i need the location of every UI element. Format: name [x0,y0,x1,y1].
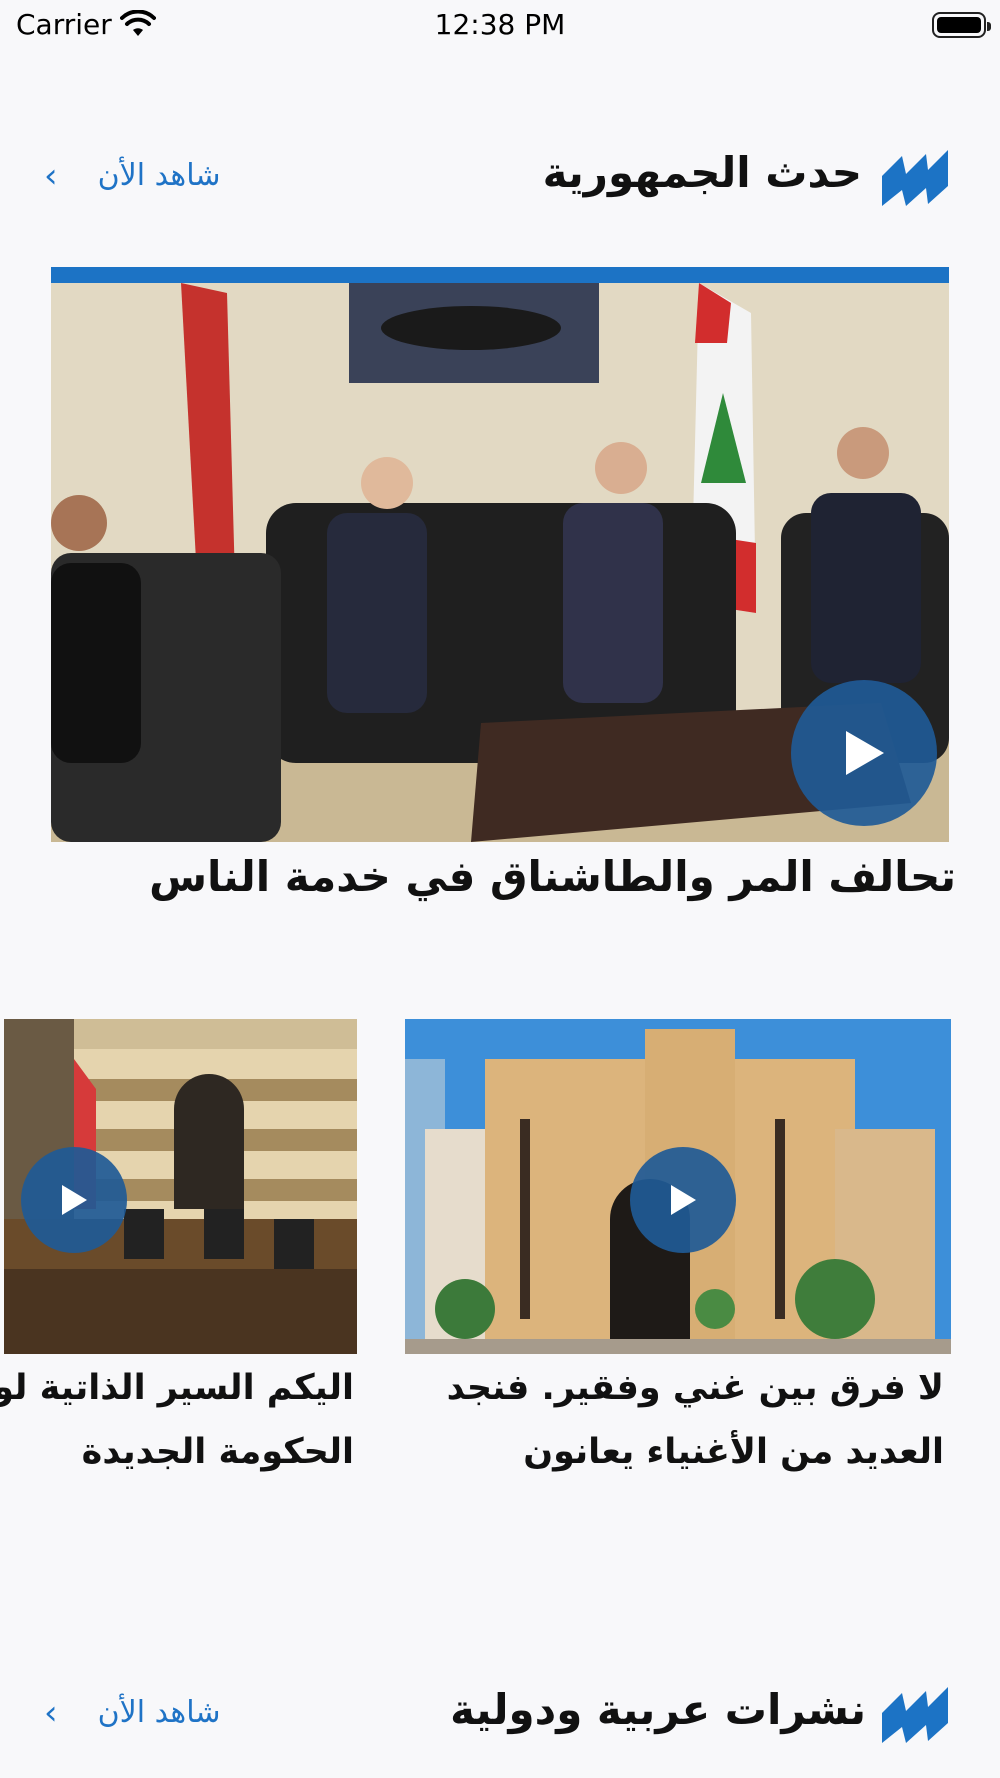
play-icon [62,1185,87,1215]
play-button[interactable] [630,1147,736,1253]
play-icon [846,731,884,775]
watch-now-link[interactable]: ‹ شاهد الأن [44,158,220,193]
section-title: نشرات عربية ودولية [450,1685,866,1734]
card-title-line2: العديد من الأغنياء يعانون [523,1432,944,1472]
featured-accent-bar [51,267,949,283]
play-button[interactable] [791,680,937,826]
battery-icon [932,12,991,38]
play-button[interactable] [21,1147,127,1253]
clock: 12:38 PM [434,8,566,41]
card-title-line1: اليكم السير الذاتية لوزراء [0,1368,354,1408]
chevron-left-icon: ‹ [44,1692,58,1733]
section-header-bulletins: نشرات عربية ودولية ‹ شاهد الأن [0,1677,1000,1757]
video-card-title[interactable]: لا فرق بين غني وفقير. فنجد العديد من الأ… [447,1356,944,1484]
watch-now-link[interactable]: ‹ شاهد الأن [44,1695,220,1730]
card-title-line2: الحكومة الجديدة [81,1432,354,1472]
watch-now-label: شاهد الأن [97,158,221,193]
featured-video-title[interactable]: تحالف المر والطاشناق في خدمة الناس [149,852,956,901]
brand-logo-icon [882,1687,948,1743]
card-title-line1: لا فرق بين غني وفقير. فنجد [446,1368,944,1408]
section-header-republic: حدث الجمهورية ‹ شاهد الأن [0,140,1000,220]
video-card-title[interactable]: اليكم السير الذاتية لوزراء الحكومة الجدي… [0,1356,354,1484]
section-title: حدث الجمهورية [542,148,862,197]
play-icon [671,1185,696,1215]
brand-logo-icon [882,150,948,206]
chevron-left-icon: ‹ [44,155,58,196]
status-bar: Carrier 12:38 PM [0,0,1000,50]
featured-video-thumbnail[interactable] [51,283,949,842]
watch-now-label: شاهد الأن [97,1695,221,1730]
video-card-thumbnail[interactable] [405,1019,951,1354]
video-card-thumbnail[interactable] [4,1019,357,1354]
